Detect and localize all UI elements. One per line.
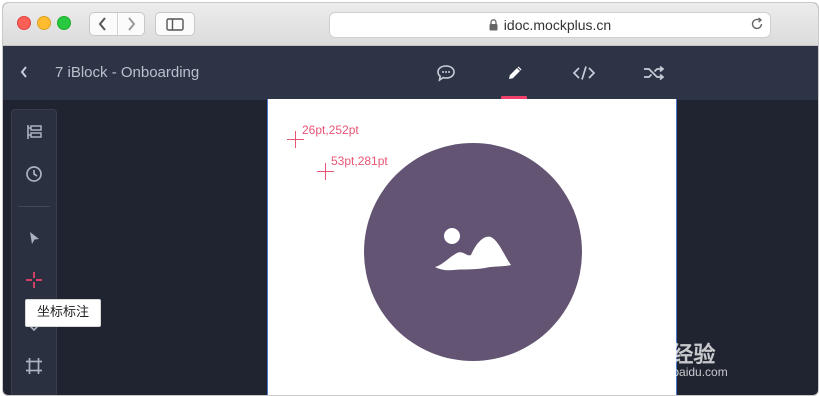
reload-button[interactable] (750, 17, 764, 36)
layers-icon (27, 125, 42, 139)
chevron-right-icon (127, 17, 136, 31)
artboard-tool-button[interactable] (24, 356, 44, 376)
coordinate-tool-tooltip: 坐标标注 (25, 299, 102, 327)
select-tool-button[interactable] (24, 228, 44, 248)
close-window-button[interactable] (17, 16, 31, 30)
code-icon (572, 66, 596, 80)
sidebar-toggle-button[interactable] (155, 12, 195, 36)
tab-design[interactable] (500, 60, 530, 86)
artboard-canvas[interactable]: 26pt,252pt 53pt,281pt (267, 99, 677, 395)
pointer-icon (30, 232, 39, 244)
back-nav-button[interactable] (90, 13, 117, 35)
reload-icon (751, 17, 763, 30)
address-bar[interactable]: idoc.mockplus.cn (329, 12, 771, 38)
browser-titlebar: idoc.mockplus.cn (3, 3, 818, 46)
pencil-icon (509, 66, 522, 79)
forward-nav-button[interactable] (116, 13, 145, 35)
layers-button[interactable] (24, 122, 44, 142)
history-icon (26, 166, 42, 182)
url-text: idoc.mockplus.cn (503, 17, 612, 33)
app-toolbar: 7 iBlock - Onboarding (3, 46, 818, 100)
coordinate-label: 26pt,252pt (302, 123, 359, 137)
minimize-window-button[interactable] (37, 16, 51, 30)
artboard-icon (26, 358, 42, 374)
crosshair-icon (26, 272, 42, 288)
coordinate-label: 53pt,281pt (331, 154, 388, 168)
lock-icon (489, 19, 498, 31)
panel-divider (18, 206, 50, 207)
left-tool-panel (11, 109, 57, 395)
browser-window: idoc.mockplus.cn 7 iBlock - Onboarding 2… (2, 2, 819, 396)
tab-code[interactable] (569, 60, 599, 86)
image-placeholder[interactable] (364, 143, 582, 361)
shuffle-icon (644, 65, 665, 81)
history-nav (89, 12, 145, 36)
tab-flow[interactable] (639, 60, 669, 86)
coordinate-tool-button[interactable] (24, 270, 44, 290)
sidebar-icon (166, 17, 184, 31)
history-button[interactable] (24, 164, 44, 184)
zoom-window-button[interactable] (57, 16, 71, 30)
project-title: 7 iBlock - Onboarding (55, 64, 200, 81)
back-button[interactable] (19, 65, 29, 84)
watermark-site: jingyan.baidu.com (631, 365, 728, 379)
tab-comment[interactable] (431, 60, 461, 86)
chevron-left-icon (98, 17, 107, 31)
chevron-left-icon (20, 66, 27, 78)
comment-icon (437, 65, 455, 82)
image-icon (435, 228, 511, 271)
